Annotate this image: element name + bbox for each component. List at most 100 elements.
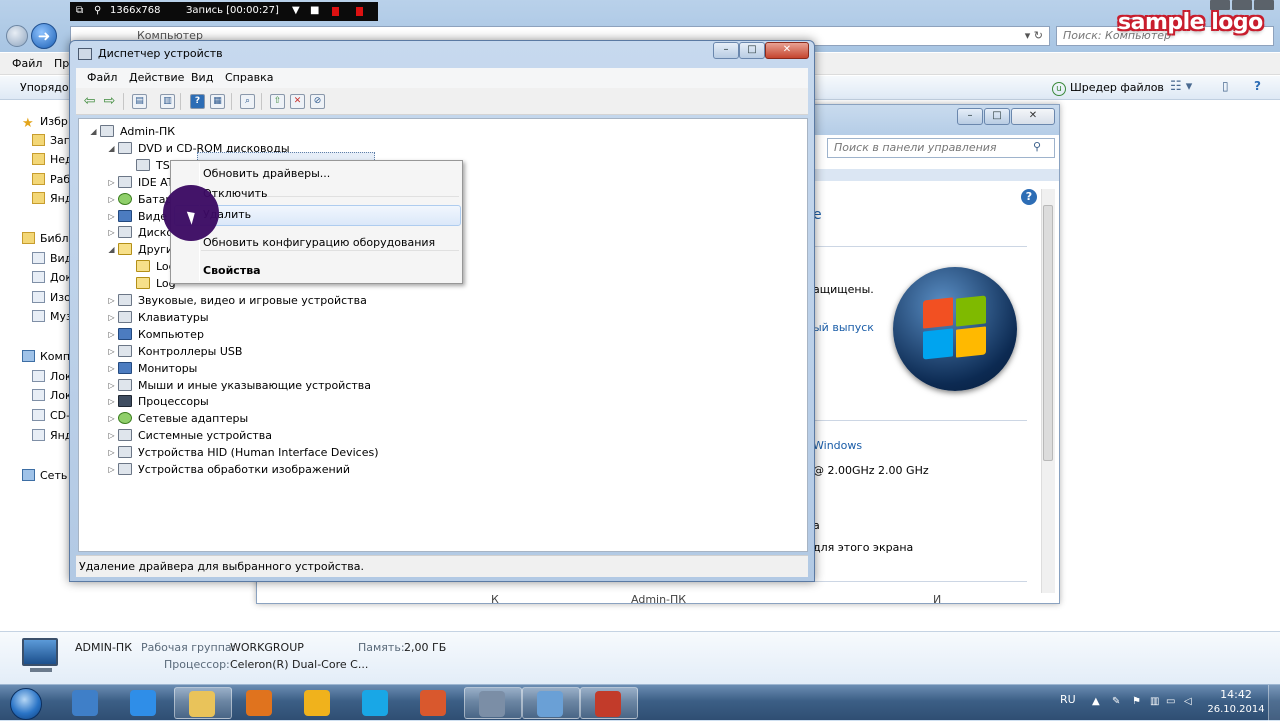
expand-arrow-icon[interactable]: ▷ <box>107 292 116 309</box>
expand-arrow-icon[interactable]: ▷ <box>107 174 116 191</box>
minimize-button[interactable]: – <box>957 108 983 125</box>
expand-arrow-icon[interactable]: ▷ <box>107 224 116 241</box>
expand-arrow-icon[interactable]: ▷ <box>107 360 116 377</box>
expand-arrow-icon[interactable]: ▷ <box>107 326 116 343</box>
menu-edit[interactable]: Пр <box>54 57 69 70</box>
tree-item[interactable]: ▷ Клавиатуры <box>79 309 799 326</box>
expand-arrow-icon[interactable]: ▷ <box>107 444 116 461</box>
tree-item[interactable]: ▷ Компьютер <box>79 326 799 343</box>
minimize-button[interactable] <box>1210 0 1230 10</box>
sidebar-item[interactable]: Комп <box>22 348 70 366</box>
taskbar-internet-explorer[interactable] <box>116 687 174 719</box>
scrollbar-thumb[interactable] <box>1043 205 1053 461</box>
window-icon[interactable]: ⧉ <box>76 5 83 16</box>
menu-file[interactable]: Файл <box>12 57 42 70</box>
expand-arrow-icon[interactable]: ▷ <box>107 343 116 360</box>
sidebar-item[interactable]: Библ <box>22 230 70 248</box>
expand-arrow-icon[interactable]: ▷ <box>107 309 116 326</box>
expand-arrow-icon[interactable]: ▷ <box>107 377 116 394</box>
menu-update-drivers[interactable]: Обновить драйверы... <box>203 164 330 184</box>
collapse-arrow-icon[interactable]: ◢ <box>107 241 116 258</box>
action-center-icon[interactable]: ⚑ <box>1132 696 1144 708</box>
expand-arrow-icon[interactable]: ▷ <box>107 191 116 208</box>
view-icon[interactable]: ▦ <box>210 94 225 109</box>
tree-item[interactable]: ▷ Мыши и иные указывающие устройства <box>79 377 799 394</box>
collapse-arrow-icon[interactable]: ◢ <box>89 123 98 140</box>
menu-properties[interactable]: Свойства <box>203 261 261 281</box>
sidebar-item[interactable]: Сеть <box>22 467 70 485</box>
tree-item[interactable]: ▷ Процессоры <box>79 393 799 410</box>
menu-file[interactable]: Файл <box>87 71 117 84</box>
menu-help[interactable]: Справка <box>225 71 273 84</box>
battery-icon[interactable]: ▭ <box>1166 696 1178 708</box>
volume-icon[interactable]: ◁ <box>1184 696 1196 708</box>
release-link[interactable]: ый выпуск <box>813 321 874 334</box>
tree-item[interactable]: ◢ Admin-ПК <box>79 123 799 140</box>
show-desktop-button[interactable] <box>1268 685 1280 721</box>
control-panel-search-input[interactable]: Поиск в панели управления <box>827 138 1055 158</box>
tree-item[interactable]: ▷ Системные устройства <box>79 427 799 444</box>
show-hide-tree-icon[interactable]: ▤ <box>132 94 147 109</box>
back-button[interactable] <box>6 25 28 47</box>
chevron-down-icon[interactable]: ▾ ↻ <box>1025 27 1043 45</box>
forward-button[interactable]: ➜ <box>31 23 57 49</box>
update-driver-icon[interactable]: ⇧ <box>270 94 285 109</box>
taskbar-browser[interactable] <box>406 687 464 719</box>
search-icon[interactable]: ⚲ <box>1033 140 1049 154</box>
tray-expand-icon[interactable]: ▲ <box>1092 696 1104 708</box>
organize-button[interactable]: Упорядоч <box>20 81 75 94</box>
change-settings-link[interactable]: И <box>933 593 941 606</box>
clock-time[interactable]: 14:42 <box>1212 688 1260 701</box>
tree-item[interactable]: ▷ Мониторы <box>79 360 799 377</box>
taskbar-device-manager[interactable] <box>464 687 522 719</box>
close-button[interactable]: ✕ <box>765 42 809 59</box>
taskbar-media-player[interactable] <box>232 687 290 719</box>
stop-icon[interactable] <box>356 7 363 16</box>
camera-icon[interactable]: ■ <box>310 5 319 16</box>
help-icon[interactable]: ? <box>1254 79 1261 93</box>
expand-arrow-icon[interactable]: ▷ <box>107 427 116 444</box>
tree-item[interactable]: ▷ Звуковые, видео и игровые устройства <box>79 292 799 309</box>
view-options-icon[interactable]: ☷ ▾ <box>1170 79 1192 94</box>
taskbar-control-panel[interactable] <box>522 687 580 719</box>
expand-arrow-icon[interactable]: ▷ <box>107 461 116 478</box>
expand-arrow-icon[interactable]: ▷ <box>107 393 116 410</box>
properties-icon[interactable]: ▥ <box>160 94 175 109</box>
start-button[interactable] <box>3 686 51 720</box>
back-arrow-icon[interactable]: ⇦ <box>82 94 97 109</box>
language-indicator[interactable]: RU <box>1060 693 1076 706</box>
taskbar-ccleaner[interactable] <box>58 687 116 719</box>
minimize-button[interactable]: – <box>713 42 739 59</box>
pause-icon[interactable] <box>332 7 339 16</box>
maximize-button[interactable]: □ <box>739 42 765 59</box>
tree-item[interactable]: ▷ Устройства HID (Human Interface Devices… <box>79 444 799 461</box>
close-button[interactable]: ✕ <box>1011 108 1055 125</box>
help-icon[interactable]: ? <box>1021 189 1037 205</box>
close-button[interactable] <box>1254 0 1274 10</box>
disable-device-icon[interactable]: ⊘ <box>310 94 325 109</box>
forward-arrow-icon[interactable]: ⇨ <box>102 94 117 109</box>
scan-hardware-icon[interactable]: ⌕ <box>240 94 255 109</box>
zoom-icon[interactable]: ⚲ <box>94 5 101 16</box>
tree-item[interactable]: ▷ Контроллеры USB <box>79 343 799 360</box>
tray-app-icon[interactable]: ✎ <box>1112 696 1124 708</box>
taskbar-aimp[interactable] <box>290 687 348 719</box>
tree-item[interactable]: ◢ DVD и CD-ROM дисководы <box>79 140 799 157</box>
taskbar-explorer[interactable] <box>174 687 232 719</box>
expand-arrow-icon[interactable]: ▷ <box>107 410 116 427</box>
taskbar-toolbox[interactable] <box>580 687 638 719</box>
chevron-down-icon[interactable]: ▼ <box>292 5 300 16</box>
shredder-button[interactable]: u Шредер файлов <box>1052 81 1164 96</box>
maximize-button[interactable] <box>1232 0 1252 10</box>
preview-pane-icon[interactable]: ▯ <box>1222 79 1229 93</box>
tree-item[interactable]: ▷ Устройства обработки изображений <box>79 461 799 478</box>
menu-view[interactable]: Вид <box>191 71 213 84</box>
tree-item[interactable]: ▷ Сетевые адаптеры <box>79 410 799 427</box>
menu-action[interactable]: Действие <box>129 71 184 84</box>
taskbar-skype[interactable] <box>348 687 406 719</box>
windows-link[interactable]: Windows <box>813 439 862 452</box>
maximize-button[interactable]: □ <box>984 108 1010 125</box>
help-icon[interactable]: ? <box>190 94 205 109</box>
menu-scan-hardware[interactable]: Обновить конфигурацию оборудования <box>203 233 435 253</box>
uninstall-icon[interactable]: ✕ <box>290 94 305 109</box>
